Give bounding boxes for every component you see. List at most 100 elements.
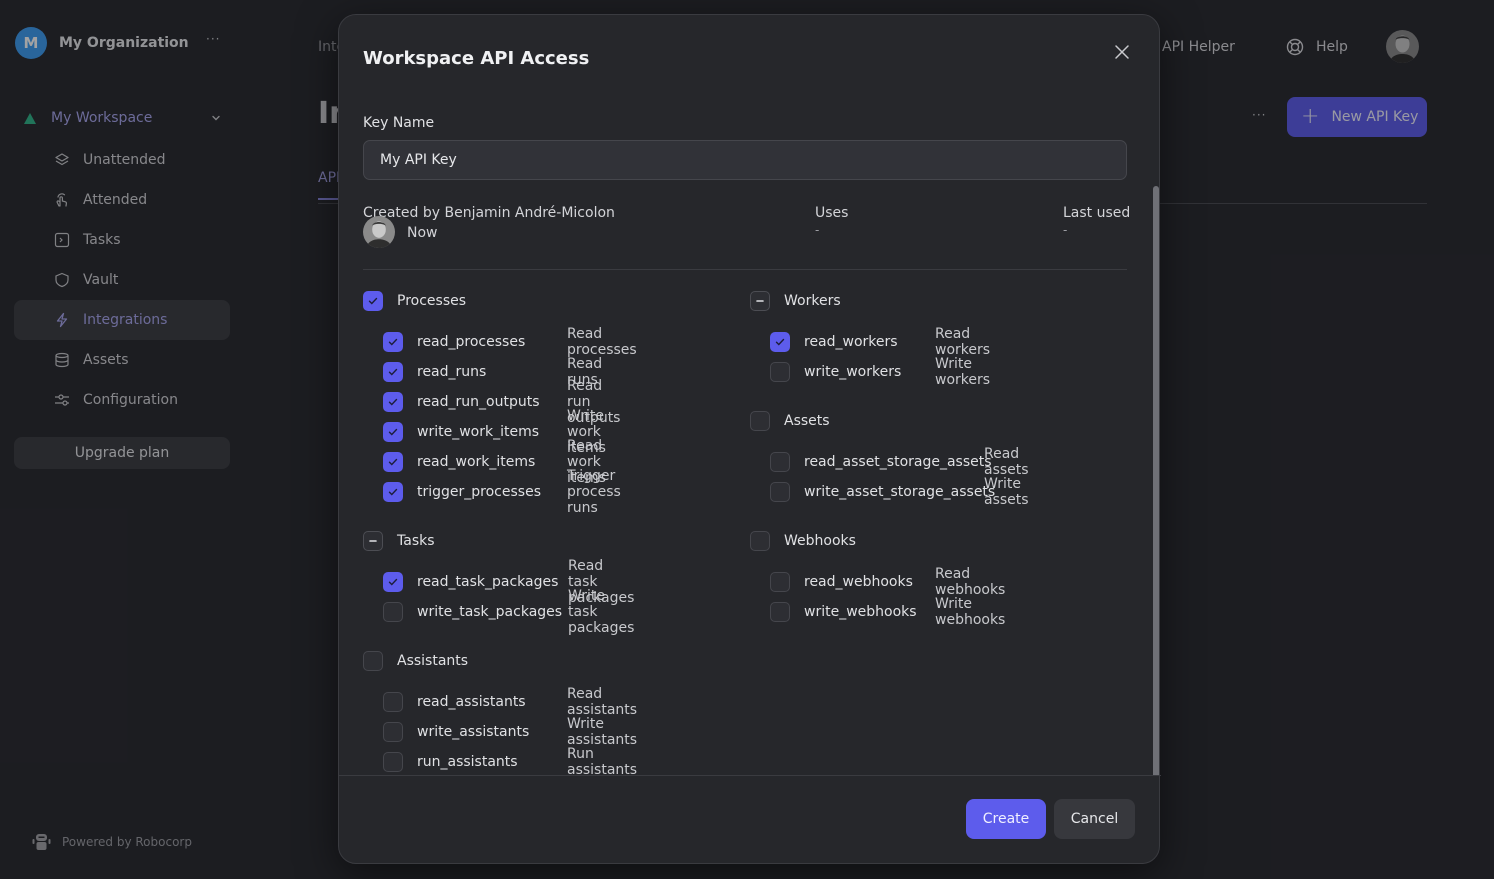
permission-name: run_assistants: [417, 754, 518, 770]
permission-checkbox[interactable]: [383, 722, 403, 742]
group-checkbox[interactable]: [750, 411, 770, 431]
last-used-value: -: [1063, 223, 1068, 237]
minus-icon: [756, 300, 764, 302]
modal-scrollbar[interactable]: [1153, 186, 1159, 775]
check-icon: [388, 428, 398, 436]
check-icon: [388, 488, 398, 496]
permission-description: Write task packages: [568, 588, 635, 636]
permission-row[interactable]: read_work_items Read work items: [383, 438, 606, 486]
permission-row[interactable]: write_work_items Write work items: [383, 408, 606, 456]
permission-checkbox[interactable]: [383, 692, 403, 712]
permission-description: Read workers: [935, 326, 991, 358]
permission-checkbox[interactable]: [383, 482, 403, 502]
permission-checkbox[interactable]: [770, 602, 790, 622]
minus-icon: [369, 540, 377, 542]
permission-row[interactable]: write_asset_storage_assets Write assets: [770, 476, 1029, 508]
permission-description: Read assistants: [567, 686, 638, 718]
check-icon: [368, 297, 378, 305]
permission-checkbox[interactable]: [383, 332, 403, 352]
permission-group-assistants: Assistants read_assistants Read assistan…: [363, 651, 637, 775]
permission-name: read_asset_storage_assets: [804, 454, 992, 470]
api-access-modal: Workspace API Access Key Name Created by…: [338, 14, 1161, 864]
modal-title: Workspace API Access: [363, 48, 590, 69]
permission-row[interactable]: read_processes Read processes: [383, 326, 637, 358]
permission-description: Run assistants: [567, 746, 638, 775]
permission-row[interactable]: read_assistants Read assistants: [383, 686, 637, 718]
check-icon: [388, 338, 398, 346]
permission-row[interactable]: write_webhooks Write webhooks: [770, 596, 1005, 628]
permission-name: read_runs: [417, 364, 487, 380]
permission-name: write_work_items: [417, 424, 540, 440]
permission-description: Read webhooks: [935, 566, 1006, 598]
permission-checkbox[interactable]: [770, 482, 790, 502]
permission-row[interactable]: read_asset_storage_assets Read assets: [770, 446, 1029, 478]
permission-name: read_run_outputs: [417, 394, 540, 410]
permission-checkbox[interactable]: [770, 362, 790, 382]
permission-row[interactable]: read_run_outputs Read run outputs: [383, 378, 620, 426]
permission-group-workers: Workers read_workers Read workers write_…: [750, 291, 990, 388]
permission-checkbox[interactable]: [770, 572, 790, 592]
group-label: Webhooks: [784, 533, 856, 549]
footer-divider: [339, 775, 1161, 776]
permission-row[interactable]: write_assistants Write assistants: [383, 716, 637, 748]
permission-checkbox[interactable]: [383, 752, 403, 772]
permission-checkbox[interactable]: [383, 602, 403, 622]
permission-description: Read assets: [984, 446, 1029, 478]
check-icon: [388, 398, 398, 406]
permission-row[interactable]: write_workers Write workers: [770, 356, 990, 388]
modal-divider: [363, 269, 1127, 270]
group-checkbox[interactable]: [750, 291, 770, 311]
group-header[interactable]: Tasks: [363, 531, 562, 551]
permission-checkbox[interactable]: [383, 452, 403, 472]
permission-name: read_assistants: [417, 694, 526, 710]
permission-checkbox[interactable]: [383, 572, 403, 592]
uses-value: -: [815, 223, 820, 237]
group-header[interactable]: Processes: [363, 291, 541, 311]
check-icon: [388, 368, 398, 376]
uses-label: Uses: [815, 205, 849, 221]
last-used-label: Last used: [1063, 205, 1131, 221]
group-checkbox[interactable]: [363, 531, 383, 551]
permission-description: Write webhooks: [935, 596, 1006, 628]
permission-checkbox[interactable]: [383, 392, 403, 412]
group-header[interactable]: Assets: [750, 411, 995, 431]
close-icon[interactable]: [1113, 43, 1131, 61]
key-name-input[interactable]: [363, 140, 1127, 180]
permission-name: read_task_packages: [417, 574, 559, 590]
permission-row[interactable]: read_webhooks Read webhooks: [770, 566, 1005, 598]
permission-checkbox[interactable]: [383, 422, 403, 442]
permission-name: read_workers: [804, 334, 898, 350]
permission-checkbox[interactable]: [770, 332, 790, 352]
group-header[interactable]: Assistants: [363, 651, 529, 671]
permission-row[interactable]: trigger_processes Trigger process runs: [383, 468, 621, 516]
permission-name: read_processes: [417, 334, 526, 350]
permission-group-processes: Processes read_processes Read processes …: [363, 291, 637, 516]
permission-name: write_assistants: [417, 724, 530, 740]
group-checkbox[interactable]: [750, 531, 770, 551]
permission-row[interactable]: run_assistants Run assistants: [383, 746, 637, 775]
permission-row[interactable]: read_workers Read workers: [770, 326, 990, 358]
group-header[interactable]: Webhooks: [750, 531, 917, 551]
create-button[interactable]: Create: [966, 799, 1046, 839]
permission-description: Write assets: [984, 476, 1029, 508]
permission-checkbox[interactable]: [383, 362, 403, 382]
permission-name: read_work_items: [417, 454, 536, 470]
permission-row[interactable]: read_runs Read runs: [383, 356, 602, 388]
group-checkbox[interactable]: [363, 651, 383, 671]
permission-name: write_webhooks: [804, 604, 917, 620]
group-checkbox[interactable]: [363, 291, 383, 311]
permission-group-webhooks: Webhooks read_webhooks Read webhooks wri…: [750, 531, 1005, 628]
permission-description: Trigger process runs: [567, 468, 621, 516]
cancel-button[interactable]: Cancel: [1054, 799, 1135, 839]
permission-row[interactable]: read_task_packages Read task packages: [383, 558, 634, 606]
group-header[interactable]: Workers: [750, 291, 901, 311]
permission-description: Write workers: [935, 356, 991, 388]
key-name-label: Key Name: [363, 115, 435, 131]
group-label: Assistants: [397, 653, 469, 669]
permission-checkbox[interactable]: [770, 452, 790, 472]
user-photo-icon: [363, 216, 395, 248]
permission-name: trigger_processes: [417, 484, 541, 500]
permission-row[interactable]: write_task_packages Write task packages: [383, 588, 634, 636]
group-label: Workers: [784, 293, 841, 309]
group-label: Processes: [397, 293, 467, 309]
